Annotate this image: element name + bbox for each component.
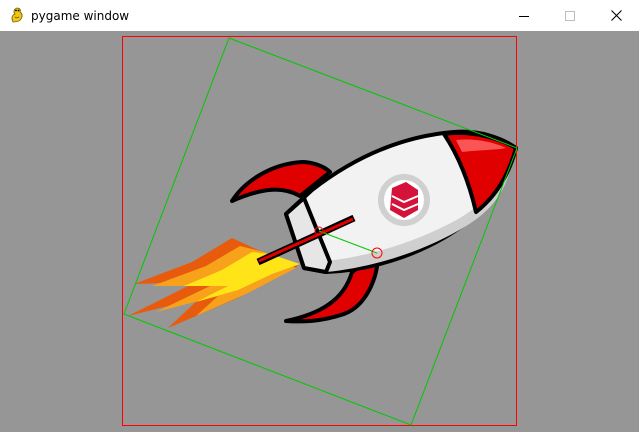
minimize-button[interactable] xyxy=(501,0,547,31)
window-title: pygame window xyxy=(31,9,130,23)
pygame-window: pygame window xyxy=(0,0,639,432)
pygame-snake-icon xyxy=(11,7,23,23)
close-button[interactable] xyxy=(593,0,639,31)
scene-svg xyxy=(122,36,518,426)
game-canvas[interactable] xyxy=(0,31,639,432)
maximize-button[interactable] xyxy=(547,0,593,31)
close-icon xyxy=(610,10,622,21)
rocket-porthole xyxy=(378,174,430,226)
minimize-icon xyxy=(519,15,529,17)
title-bar[interactable]: pygame window xyxy=(0,0,639,31)
maximize-icon xyxy=(565,10,575,21)
